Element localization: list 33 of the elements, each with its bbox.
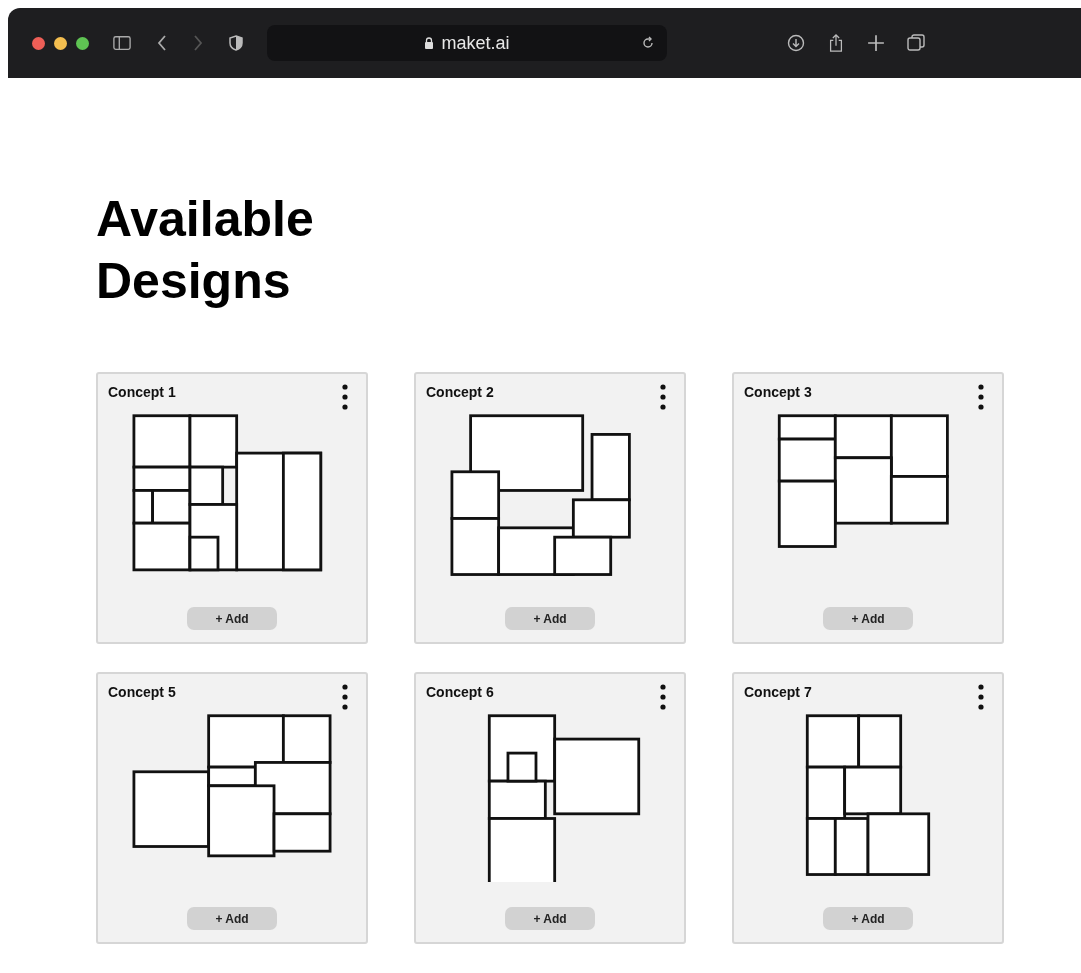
add-button[interactable]: + Add — [505, 607, 595, 630]
more-options-icon[interactable] — [660, 384, 666, 410]
url-text: maket.ai — [441, 32, 510, 54]
add-button[interactable]: + Add — [823, 607, 913, 630]
lock-icon — [424, 37, 435, 49]
address-bar[interactable]: maket.ai — [267, 25, 667, 61]
card-title: Concept 3 — [744, 384, 812, 400]
plus-icon[interactable] — [867, 34, 885, 52]
close-window-button[interactable] — [32, 36, 45, 50]
card-title: Concept 2 — [426, 384, 494, 400]
page-heading: Available Designs — [96, 190, 315, 311]
download-icon[interactable] — [787, 34, 805, 52]
back-icon[interactable] — [157, 34, 167, 52]
more-options-icon[interactable] — [342, 384, 348, 410]
minimize-window-button[interactable] — [54, 36, 67, 50]
more-options-icon[interactable] — [978, 384, 984, 410]
tabs-icon[interactable] — [907, 34, 925, 52]
reload-icon[interactable] — [641, 36, 655, 50]
add-button[interactable]: + Add — [187, 907, 277, 930]
add-button[interactable]: + Add — [823, 907, 913, 930]
more-options-icon[interactable] — [342, 684, 348, 710]
more-options-icon[interactable] — [660, 684, 666, 710]
shield-icon[interactable] — [229, 34, 243, 52]
share-icon[interactable] — [827, 34, 845, 52]
card-title: Concept 1 — [108, 384, 176, 400]
zoom-window-button[interactable] — [76, 36, 89, 50]
add-button[interactable]: + Add — [505, 907, 595, 930]
card-title: Concept 5 — [108, 684, 176, 700]
more-options-icon[interactable] — [978, 684, 984, 710]
card-title: Concept 7 — [744, 684, 812, 700]
add-button[interactable]: + Add — [187, 607, 277, 630]
card-title: Concept 6 — [426, 684, 494, 700]
sidebar-icon[interactable] — [113, 34, 131, 52]
